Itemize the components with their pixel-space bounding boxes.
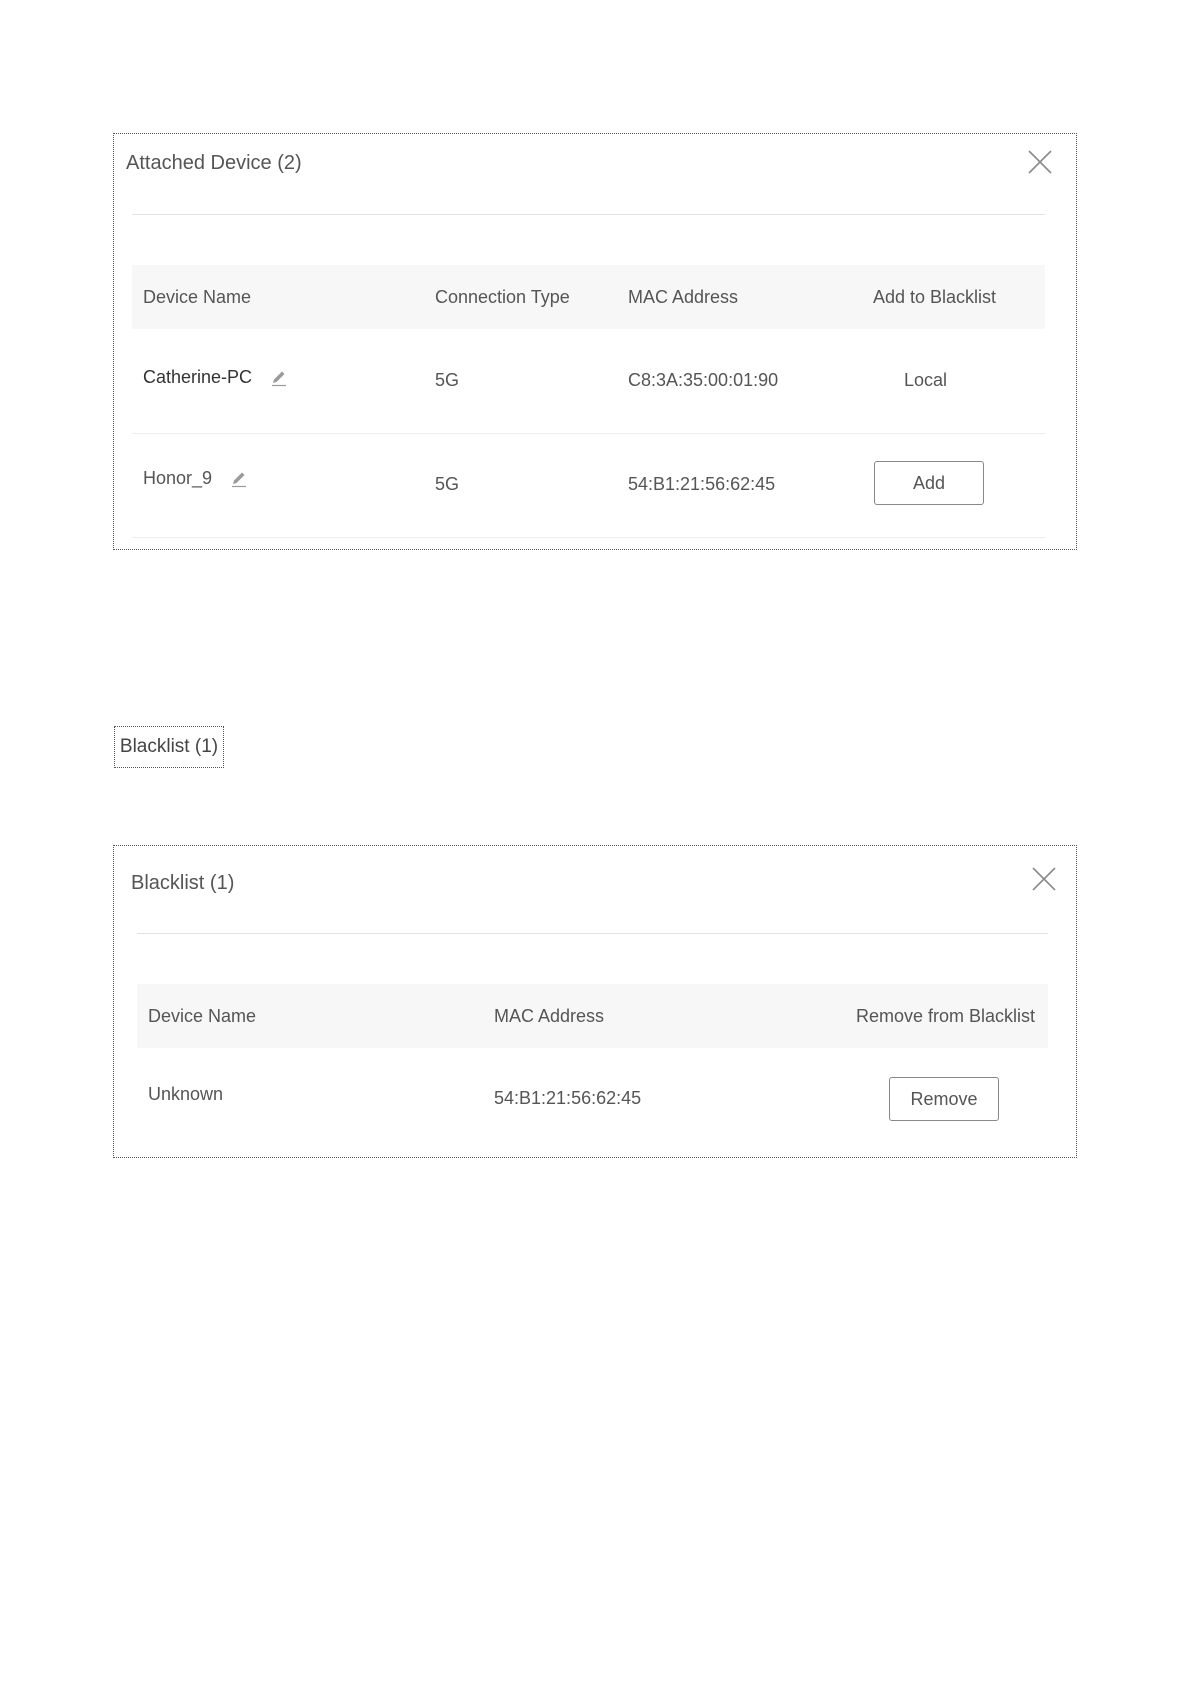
blacklist-link[interactable]: Blacklist (1) bbox=[114, 726, 224, 768]
title-divider bbox=[132, 214, 1045, 215]
device-name: Catherine-PC bbox=[143, 367, 253, 387]
device-name: Unknown bbox=[148, 1084, 224, 1104]
table-row: Unknown 54:B1:21:56:62:45 Remove bbox=[137, 1048, 1048, 1148]
connection-type: 5G bbox=[435, 474, 460, 494]
title-divider bbox=[137, 933, 1048, 934]
pencil-icon[interactable] bbox=[270, 369, 288, 387]
mac-address: 54:B1:21:56:62:45 bbox=[494, 1088, 642, 1108]
pencil-icon[interactable] bbox=[230, 470, 248, 488]
header-device-name: Device Name bbox=[143, 287, 252, 307]
table-header: Device Name MAC Address Remove from Blac… bbox=[137, 984, 1048, 1048]
close-icon[interactable] bbox=[1030, 865, 1058, 893]
device-name: Honor_9 bbox=[143, 468, 213, 488]
header-device-name: Device Name bbox=[148, 1006, 257, 1026]
table-row: Honor_9 5G 54:B1:21:56:62:45 Add bbox=[132, 433, 1045, 538]
mac-address: 54:B1:21:56:62:45 bbox=[628, 474, 776, 494]
attached-device-dialog: Attached Device (2) Device Name Connecti… bbox=[113, 133, 1077, 550]
device-name-cell: Catherine-PC bbox=[143, 367, 288, 388]
header-connection-type: Connection Type bbox=[435, 287, 570, 307]
device-name-cell: Honor_9 bbox=[143, 468, 248, 489]
table-header: Device Name Connection Type MAC Address … bbox=[132, 265, 1045, 329]
mac-address: C8:3A:35:00:01:90 bbox=[628, 370, 779, 390]
local-label: Local bbox=[904, 370, 948, 390]
connection-type: 5G bbox=[435, 370, 460, 390]
add-to-blacklist-button[interactable]: Add bbox=[874, 461, 984, 505]
close-icon[interactable] bbox=[1026, 148, 1054, 176]
blacklist-title: Blacklist (1) bbox=[131, 872, 235, 894]
remove-button[interactable]: Remove bbox=[889, 1077, 999, 1121]
attached-device-title: Attached Device (2) bbox=[126, 152, 302, 174]
header-mac-address: MAC Address bbox=[628, 287, 739, 307]
header-mac-address: MAC Address bbox=[494, 1006, 605, 1026]
blacklist-dialog: Blacklist (1) Device Name MAC Address Re… bbox=[113, 845, 1077, 1158]
table-row: Catherine-PC 5G C8:3A:35:00:01:90 Local bbox=[132, 329, 1045, 434]
header-remove-from-blacklist: Remove from Blacklist bbox=[856, 1006, 1036, 1026]
header-add-to-blacklist: Add to Blacklist bbox=[873, 287, 997, 307]
